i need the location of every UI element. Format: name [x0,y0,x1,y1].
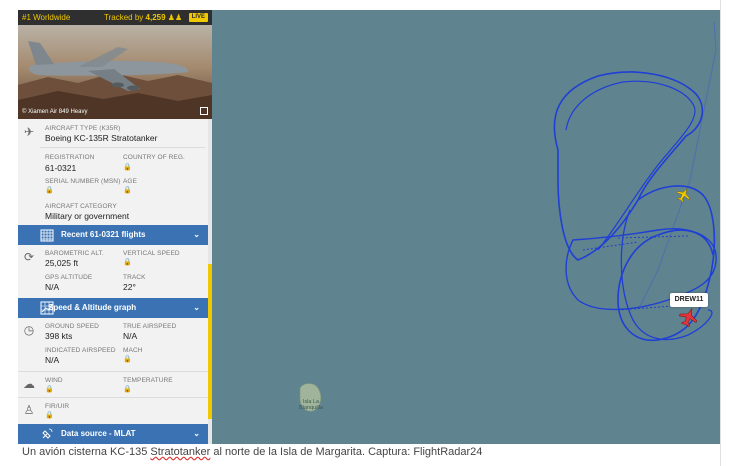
true-airspeed-label: TRUE AIRSPEED [123,323,177,330]
track-value: 22° [123,282,136,292]
selected-aircraft-icon[interactable] [677,305,700,328]
data-source-bar[interactable]: Data source - MLAT ⌄ [18,424,208,444]
caption-text-start: Un avión cisterna KC-135 [22,446,151,458]
satellite-icon [42,428,53,439]
gps-alt-value: N/A [45,282,60,292]
age-label: AGE [123,178,138,185]
lock-icon[interactable]: 🔒 [45,411,54,419]
fir-label: FIR/UIR [45,403,70,410]
panel-scrollbar[interactable] [208,119,212,444]
island-label: Isla La Blanquilla [299,399,323,411]
aircraft-type-value: Boeing KC-135R Stratotanker [45,133,158,143]
panel-topbar: #1 Worldwide Tracked by 4,259 ♟♟ LIVE [18,10,212,25]
recent-flights-bar[interactable]: Recent 61-0321 flights ⌄ [18,225,208,245]
screenshot-frame: DREW11 Isla La Blanquilla #1 Worldwide T… [18,10,720,444]
recent-flights-label: Recent 61-0321 flights [61,230,146,239]
wind-label: WIND [45,377,63,384]
caption-text-end: al norte de la Isla de Margarita. Captur… [210,446,483,458]
chevron-down-icon: ⌄ [193,230,200,239]
track-loop-upper [553,71,704,261]
aircraft-photo[interactable]: © Xiamen Air 849 Heavy [18,25,212,119]
registration-label: REGISTRATION [45,154,95,161]
page-divider [720,0,721,466]
data-source-label: Data source - MLAT [61,429,136,438]
aircraft-type-label: AIRCRAFT TYPE (K35R) [45,125,121,132]
temperature-label: TEMPERATURE [123,377,173,384]
speed-altitude-graph-bar[interactable]: Speed & Altitude graph ⌄ [18,298,208,318]
speed-section: ◷ GROUND SPEED 398 kts TRUE AIRSPEED N/A… [18,318,208,371]
lock-icon[interactable]: 🔒 [123,163,132,171]
gps-alt-label: GPS ALTITUDE [45,274,93,281]
live-badge: LIVE [188,13,208,22]
controller-icon: ♙ [23,403,35,417]
track-loop-upper-inner [565,80,696,251]
lock-icon[interactable]: 🔒 [45,385,54,393]
callsign-label[interactable]: DREW11 [670,293,708,307]
baro-alt-label: BAROMETRIC ALT. [45,250,104,257]
calendar-icon [40,229,54,242]
lock-icon[interactable]: 🔒 [45,186,54,194]
speedometer-icon: ◷ [23,323,35,337]
airplane-icon: ✈ [23,125,35,139]
lock-icon[interactable]: 🔒 [123,355,132,363]
serial-label: SERIAL NUMBER (MSN) [45,178,121,185]
indicated-airspeed-value: N/A [45,355,60,365]
aircraft-section: ✈ AIRCRAFT TYPE (K35R) Boeing KC-135R St… [18,119,208,230]
caption-spellcheck-word: Stratotanker [150,446,211,458]
divider [40,147,205,148]
altitude-icon: ⟳ [23,250,35,264]
fir-section: ♙ FIR/UIR 🔒 [18,397,208,425]
aircraft-photo-image [18,41,212,119]
category-value: Military or government [45,211,130,221]
mach-label: MACH [123,347,143,354]
track-label: TRACK [123,274,146,281]
chevron-down-icon: ⌄ [193,303,200,312]
expand-icon[interactable] [200,107,208,115]
ground-speed-value: 398 kts [45,331,73,341]
rank-text: #1 Worldwide [22,13,71,22]
weather-section: ☁ WIND 🔒 TEMPERATURE 🔒 [18,371,208,397]
category-label: AIRCRAFT CATEGORY [45,203,117,210]
photo-credit: © Xiamen Air 849 Heavy [22,109,88,115]
lock-icon[interactable]: 🔒 [123,258,132,266]
registration-value: 61-0321 [45,163,77,173]
image-caption: Un avión cisterna KC-135 Stratotanker al… [22,446,482,458]
tracked-count: 4,259 [145,13,166,22]
weather-icon: ☁ [23,377,35,391]
people-icon: ♟♟ [167,13,183,22]
country-label: COUNTRY OF REG. [123,154,185,161]
speed-altitude-label: Speed & Altitude graph [48,303,137,312]
vertical-speed-label: VERTICAL SPEED [123,250,180,257]
altitude-section: ⟳ BAROMETRIC ALT. 25,025 ft VERTICAL SPE… [18,245,208,298]
scrollbar-thumb[interactable] [208,264,212,419]
true-airspeed-value: N/A [123,331,138,341]
chevron-down-icon: ⌄ [193,429,200,438]
baro-alt-value: 25,025 ft [45,258,79,268]
tracked-by-text: Tracked by 4,259 ♟♟ [104,13,183,22]
route-line [637,21,717,311]
lock-icon[interactable]: 🔒 [123,186,132,194]
aircraft-info-panel: #1 Worldwide Tracked by 4,259 ♟♟ LIVE © … [18,10,212,444]
ground-speed-label: GROUND SPEED [45,323,99,330]
indicated-airspeed-label: INDICATED AIRSPEED [45,347,116,354]
lock-icon[interactable]: 🔒 [123,385,132,393]
